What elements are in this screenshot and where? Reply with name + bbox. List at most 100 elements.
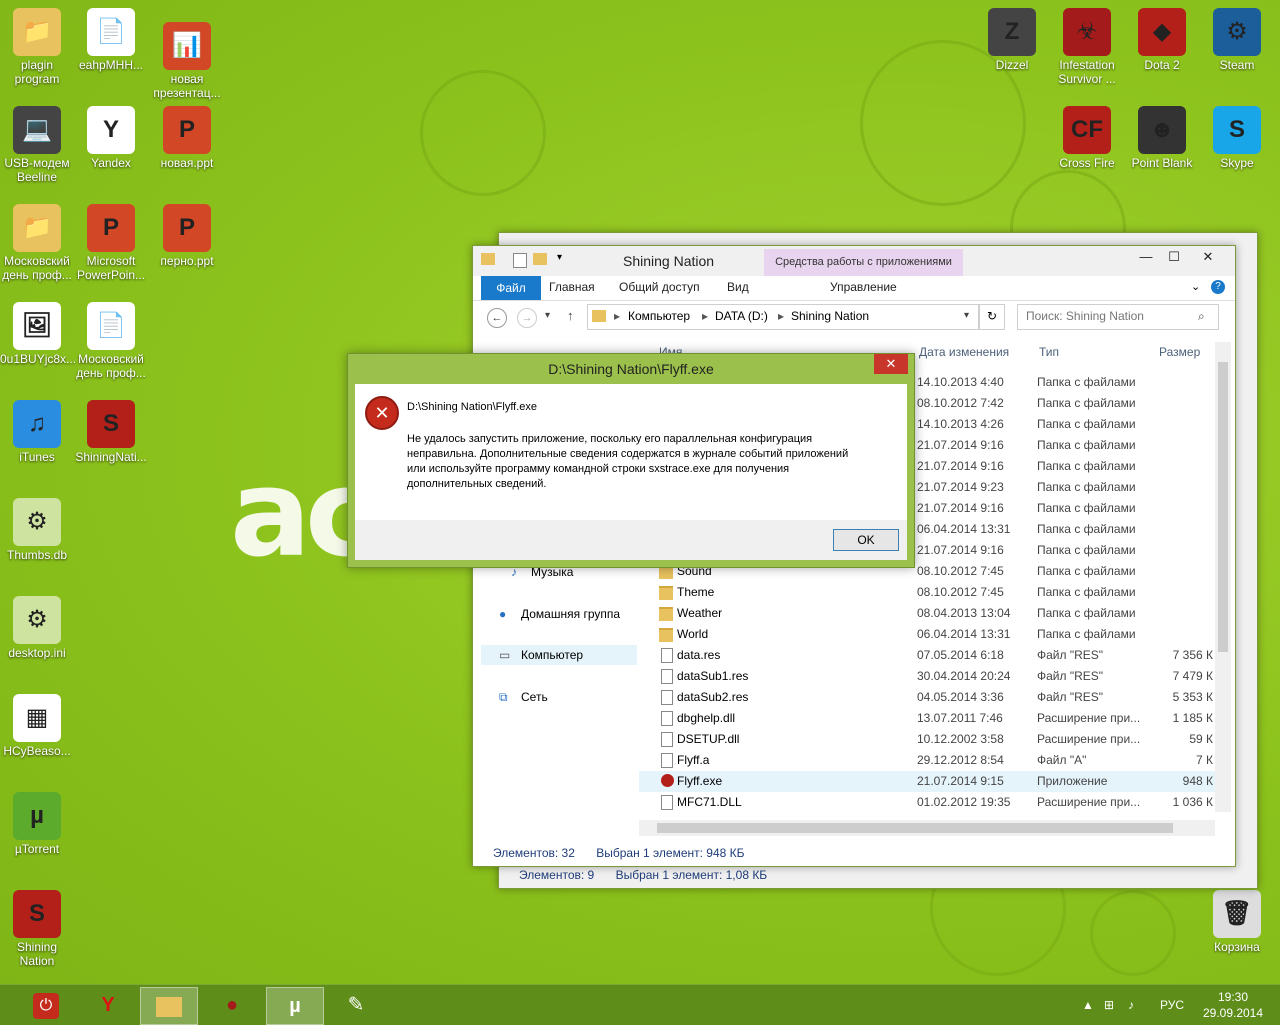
taskbar-explorer-icon[interactable] — [140, 987, 198, 1025]
column-date[interactable]: Дата изменения — [919, 342, 1009, 362]
left-icon-4[interactable]: Y Yandex — [74, 106, 148, 170]
file-row[interactable]: data.res 07.05.2014 6:18 Файл "RES" 7 356 К — [639, 645, 1217, 666]
file-date: 06.04.2014 13:31 — [917, 627, 1011, 641]
context-tab-app-tools[interactable]: Средства работы с приложениями — [764, 249, 963, 276]
file-row[interactable]: Flyff.exe 21.07.2014 9:15 Приложение 948 К — [639, 771, 1217, 792]
properties-icon[interactable] — [513, 253, 527, 268]
left-icon-2[interactable]: 📊 новая презентац... — [150, 22, 224, 100]
close-button[interactable]: ✕ — [1191, 246, 1225, 268]
ribbon-expand-icon[interactable]: ⌄ — [1191, 280, 1200, 293]
address-bar[interactable]: ▸ Компьютер ▸ DATA (D:) ▸ Shining Nation… — [587, 304, 979, 330]
app-icon: µ — [13, 792, 61, 840]
ok-button[interactable]: OK — [833, 529, 899, 551]
file-date: 08.10.2012 7:45 — [917, 585, 1004, 599]
hscroll-thumb[interactable] — [657, 823, 1173, 833]
right-icon-4[interactable]: CF Cross Fire — [1050, 106, 1124, 170]
tab-share[interactable]: Общий доступ — [619, 280, 700, 294]
left-icon-13[interactable]: ⚙ Thumbs.db — [0, 498, 74, 562]
icon-label: HCyBeaso... — [3, 744, 71, 758]
maximize-button[interactable]: ☐ — [1157, 246, 1191, 268]
tab-home[interactable]: Главная — [549, 280, 595, 294]
left-icon-5[interactable]: Pновая.ppt — [150, 106, 224, 170]
vertical-scrollbar[interactable] — [1215, 342, 1231, 812]
file-row[interactable]: dataSub2.res 04.05.2014 3:36 Файл "RES" 5 3… — [639, 687, 1217, 708]
left-icon-7[interactable]: P Microsoft PowerPoin... — [74, 204, 148, 282]
breadcrumb-drive[interactable]: DATA (D:) — [715, 305, 768, 327]
file-name: dataSub2.res — [677, 690, 749, 704]
title-bar[interactable]: ▾ Shining Nation Средства работы с прило… — [473, 246, 1235, 276]
left-icon-1[interactable]: 📄 eahpMHH... — [74, 8, 148, 72]
language-indicator[interactable]: РУС — [1160, 985, 1184, 1025]
left-icon-16[interactable]: µ µTorrent — [0, 792, 74, 856]
right-icon-0[interactable]: Z Dizzel — [975, 8, 1049, 72]
folder-icon — [659, 586, 673, 600]
file-row[interactable]: dataSub1.res 30.04.2014 20:24 Файл "RES" 7 … — [639, 666, 1217, 687]
left-icon-12[interactable]: S ShiningNati... — [74, 400, 148, 464]
left-icon-17[interactable]: S Shining Nation — [0, 890, 74, 968]
left-icon-11[interactable]: ♫ iTunes — [0, 400, 74, 464]
left-icon-3[interactable]: 💻 USB-модем Beeline — [0, 106, 74, 184]
address-dropdown-icon[interactable]: ▾ — [964, 305, 969, 327]
tab-view[interactable]: Вид — [727, 280, 749, 294]
tab-file[interactable]: Файл — [481, 276, 541, 300]
horizontal-scrollbar[interactable] — [639, 820, 1215, 836]
left-icon-15[interactable]: ▦ HCyBeaso... — [0, 694, 74, 758]
new-folder-icon[interactable] — [533, 253, 547, 265]
scrollbar-thumb[interactable] — [1218, 362, 1228, 652]
file-row[interactable]: MFC71.DLL 01.02.2012 19:35 Расширение при.… — [639, 792, 1217, 813]
search-icon[interactable]: ⌕ — [1198, 305, 1205, 327]
tab-manage[interactable]: Управление — [830, 280, 897, 294]
icon-label: Skype — [1220, 156, 1254, 170]
left-icon-8[interactable]: Pперно.ppt — [150, 204, 224, 268]
right-icon-3[interactable]: ⚙ Steam — [1200, 8, 1274, 72]
taskbar-infestation-icon[interactable]: ● — [204, 987, 260, 1023]
right-icon-6[interactable]: S Skype — [1200, 106, 1274, 170]
file-name: dataSub1.res — [677, 669, 749, 683]
left-icon-10[interactable]: 📄 Московский день проф... — [74, 302, 148, 380]
file-row[interactable]: World 06.04.2014 13:31 Папка с файлами — [639, 624, 1217, 645]
right-icon-1[interactable]: ☣ Infestation Survivor ... — [1050, 8, 1124, 86]
column-size[interactable]: Размер — [1159, 342, 1200, 362]
right-icon-7[interactable]: 🗑 Корзина — [1200, 890, 1274, 954]
file-row[interactable]: DSETUP.dll 10.12.2002 3:58 Расширение при.… — [639, 729, 1217, 750]
file-size: 5 353 К — [1172, 690, 1213, 704]
dialog-close-button[interactable]: ✕ — [874, 354, 908, 374]
chevron-down-icon[interactable]: ▾ — [557, 252, 562, 263]
column-type[interactable]: Тип — [1039, 342, 1059, 362]
left-icon-0[interactable]: 📁 plagin program — [0, 8, 74, 86]
file-type: Папка с файлами — [1037, 459, 1136, 473]
forward-arrow-icon[interactable]: → — [517, 308, 537, 328]
recent-chevron-icon[interactable]: ▾ — [545, 310, 550, 321]
taskbar-yandex-icon[interactable]: Y — [80, 987, 136, 1023]
help-icon[interactable]: ? — [1211, 280, 1225, 294]
right-icon-2[interactable]: ◆ Dota 2 — [1125, 8, 1199, 72]
taskbar-utorrent-icon[interactable]: µ — [266, 987, 324, 1025]
file-name: Theme — [677, 585, 715, 599]
volume-icon[interactable]: ♪ — [1128, 985, 1134, 1025]
back-arrow-icon[interactable]: ← — [487, 308, 507, 328]
error-dialog[interactable]: D:\Shining Nation\Flyff.exe ✕ ✕ D:\Shini… — [347, 353, 915, 568]
nav-item-homegroup[interactable]: ● Домашняя группа — [481, 604, 637, 624]
file-row[interactable]: Flyff.a 29.12.2012 8:54 Файл "A" 7 К — [639, 750, 1217, 771]
nav-item-network[interactable]: ⧉ Сеть — [481, 687, 637, 707]
left-icon-6[interactable]: 📁 Московский день проф... — [0, 204, 74, 282]
breadcrumb-folder[interactable]: Shining Nation — [791, 305, 869, 327]
refresh-icon[interactable]: ↻ — [979, 304, 1005, 330]
nav-item-computer[interactable]: ▭ Компьютер — [481, 645, 637, 665]
up-arrow-icon[interactable]: ↑ — [567, 308, 574, 323]
network-tray-icon[interactable]: ⊞ — [1104, 985, 1114, 1025]
file-date: 21.07.2014 9:16 — [917, 543, 1004, 557]
search-input[interactable]: Поиск: Shining Nation ⌕ — [1017, 304, 1219, 330]
tray-show-hidden-icon[interactable]: ▲ — [1082, 985, 1094, 1025]
right-icon-5[interactable]: ☻ Point Blank — [1125, 106, 1199, 170]
file-row[interactable]: Weather 08.04.2013 13:04 Папка с файлами — [639, 603, 1217, 624]
file-icon — [661, 732, 673, 747]
taskbar-power-icon[interactable]: ⏻ — [16, 987, 76, 1023]
clock[interactable]: 19:30 29.09.2014 — [1198, 989, 1268, 1021]
file-row[interactable]: dbghelp.dll 13.07.2011 7:46 Расширение при… — [639, 708, 1217, 729]
left-icon-9[interactable]: 🖼 0u1BUYjc8x... — [0, 302, 76, 366]
left-icon-14[interactable]: ⚙ desktop.ini — [0, 596, 74, 660]
taskbar-paint-icon[interactable]: ✎ — [328, 987, 384, 1023]
breadcrumb-computer[interactable]: Компьютер — [628, 305, 690, 327]
file-row[interactable]: Theme 08.10.2012 7:45 Папка с файлами — [639, 582, 1217, 603]
